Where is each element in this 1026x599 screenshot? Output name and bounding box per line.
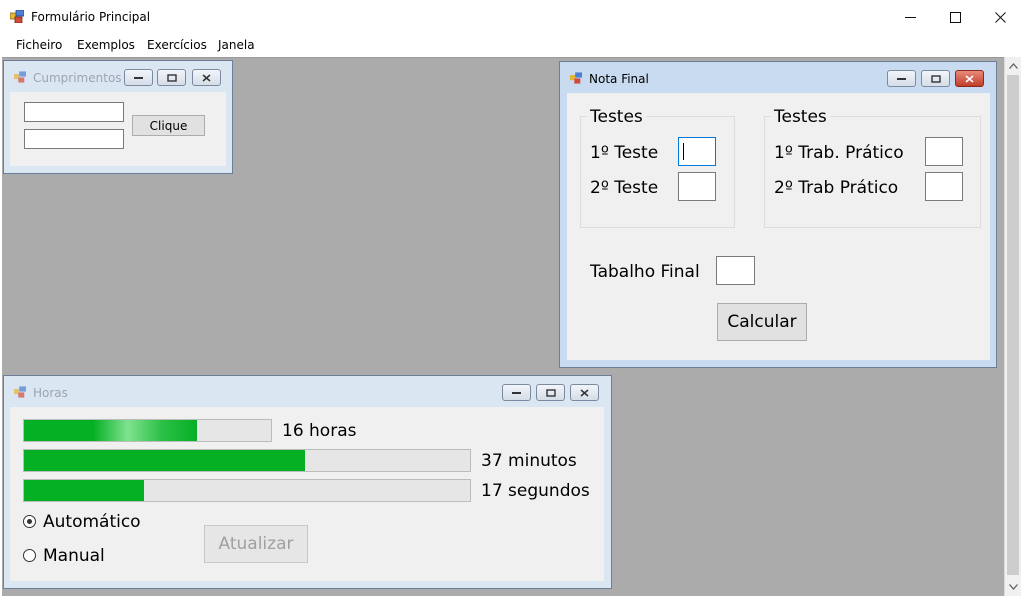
nota-final-restore-button[interactable] [921, 70, 950, 87]
close-button[interactable] [977, 0, 1023, 34]
restore-icon [930, 74, 941, 83]
segundos-progress-fill [24, 480, 145, 501]
maximize-button[interactable] [932, 0, 978, 34]
chevron-down-icon [1008, 583, 1018, 590]
horas-progress-fill [24, 420, 197, 441]
cumprimentos-window: Cumprimentos Clique [3, 60, 233, 174]
teste1-label: 1º Teste [590, 143, 659, 163]
trabalho-final-input[interactable] [716, 256, 755, 285]
close-icon [965, 74, 974, 83]
scroll-thumb[interactable] [1007, 75, 1019, 575]
trabalho-final-label: Tabalho Final [590, 262, 700, 282]
testes-group-title: Testes [587, 107, 646, 127]
close-icon [580, 388, 589, 397]
cumprimentos-close-button[interactable] [192, 69, 221, 86]
radio-manual[interactable] [23, 549, 36, 562]
radio-manual-label[interactable]: Manual [43, 546, 105, 566]
form-icon [14, 386, 26, 398]
menu-ficheiro[interactable]: Ficheiro [16, 38, 62, 52]
menu-exercicios[interactable]: Exercícios [147, 38, 207, 52]
minimize-button[interactable] [887, 0, 933, 34]
teste2-input[interactable] [678, 172, 716, 201]
vertical-scrollbar[interactable] [1004, 57, 1021, 596]
minimize-icon [904, 16, 916, 18]
scroll-down-button[interactable] [1005, 578, 1021, 595]
horas-restore-button[interactable] [536, 384, 565, 401]
radio-automatico[interactable] [23, 515, 36, 528]
nota-final-client: Testes 1º Teste 2º Teste Testes 1º Trab.… [567, 93, 990, 360]
text-caret [683, 143, 684, 160]
main-title-bar[interactable] [0, 0, 1026, 34]
menu-exemplos[interactable]: Exemplos [77, 38, 135, 52]
teste2-label: 2º Teste [590, 178, 659, 198]
radio-selected-dot [27, 519, 32, 524]
window-border [1021, 34, 1026, 599]
segundos-label: 17 segundos [481, 481, 590, 501]
nota-final-window: Nota Final Testes 1º Teste 2º Teste Test… [559, 61, 997, 368]
radio-automatico-label[interactable]: Automático [43, 512, 141, 532]
restore-icon [166, 73, 177, 82]
horas-client: 16 horas 37 minutos 17 segundos Automáti… [10, 407, 604, 581]
cumprimentos-minimize-button[interactable] [124, 69, 153, 86]
trabalhos-group-title: Testes [771, 107, 830, 127]
trab2-label: 2º Trab Prático [774, 178, 899, 198]
minimize-icon [134, 76, 143, 79]
menu-janela[interactable]: Janela [218, 38, 255, 52]
trab1-label: 1º Trab. Prático [774, 143, 904, 163]
cumprimentos-title: Cumprimentos [33, 71, 122, 85]
calcular-button[interactable]: Calcular [717, 303, 807, 341]
close-icon [994, 11, 1006, 23]
form-icon [570, 72, 582, 84]
cumprimentos-client: Clique [10, 92, 226, 166]
horas-close-button[interactable] [570, 384, 599, 401]
minimize-icon [897, 77, 906, 80]
minutos-progress-fill [24, 450, 305, 471]
atualizar-button[interactable]: Atualizar [204, 525, 308, 563]
segundos-progress-bar [23, 479, 471, 502]
cumprimentos-restore-button[interactable] [157, 69, 186, 86]
cumprimentos-input-1[interactable] [24, 102, 124, 122]
restore-icon [545, 388, 556, 397]
teste1-input[interactable] [678, 137, 716, 166]
horas-minimize-button[interactable] [502, 384, 531, 401]
minutos-progress-bar [23, 449, 471, 472]
window-title: Formulário Principal [31, 10, 151, 24]
horas-title: Horas [33, 386, 68, 400]
horas-window: Horas 16 horas 37 minutos 17 segundos Au… [3, 375, 612, 589]
close-icon [202, 73, 211, 82]
trab2-input[interactable] [925, 172, 963, 201]
minimize-icon [512, 391, 521, 394]
horas-progress-bar [23, 419, 272, 442]
trab1-input[interactable] [925, 137, 963, 166]
form-icon [14, 71, 26, 83]
app-form-icon [10, 10, 24, 23]
nota-final-minimize-button[interactable] [887, 70, 916, 87]
horas-label: 16 horas [282, 421, 357, 441]
chevron-up-icon [1008, 62, 1018, 69]
maximize-icon [949, 11, 961, 23]
minutos-label: 37 minutos [481, 451, 577, 471]
nota-final-title: Nota Final [589, 72, 649, 86]
nota-final-close-button[interactable] [955, 70, 984, 87]
scroll-up-button[interactable] [1005, 57, 1021, 74]
clique-button[interactable]: Clique [132, 115, 205, 136]
cumprimentos-input-2[interactable] [24, 129, 124, 149]
